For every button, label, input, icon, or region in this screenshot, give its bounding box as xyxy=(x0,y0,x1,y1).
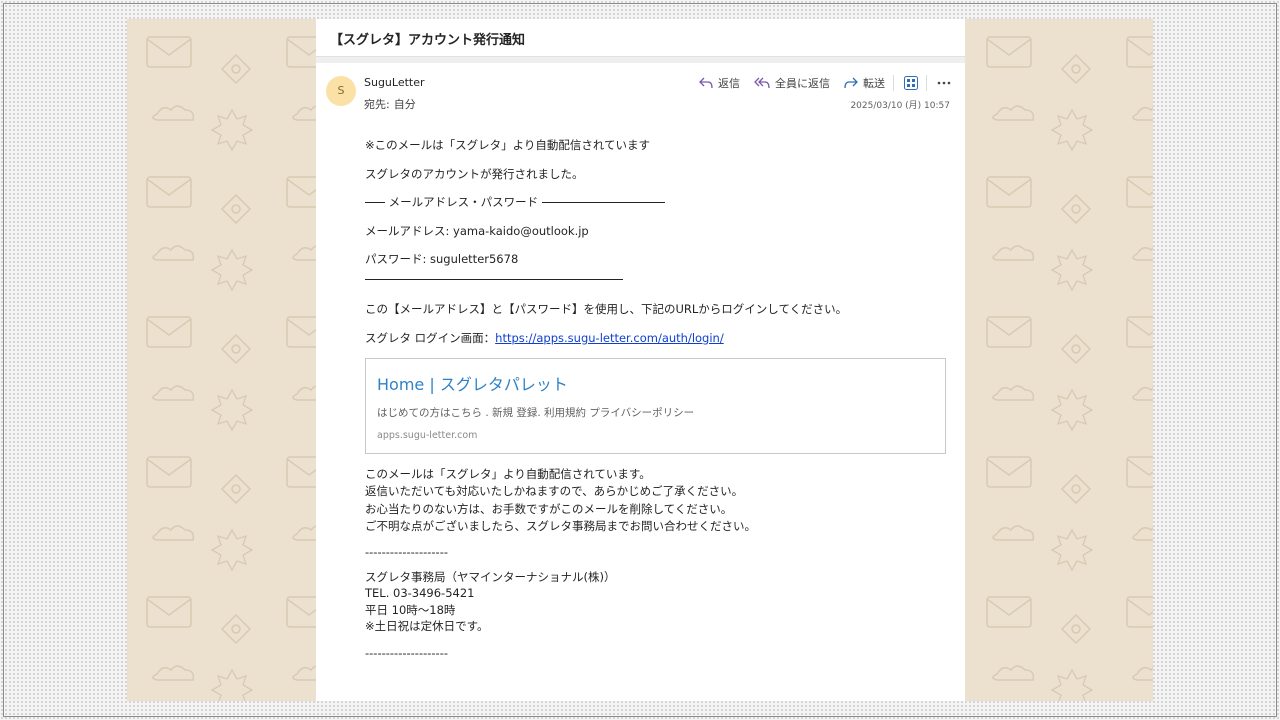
recipient-value[interactable]: 自分 xyxy=(394,98,416,111)
password-credential-label: パスワード: xyxy=(365,252,427,267)
sender-name[interactable]: SuguLetter xyxy=(364,76,425,89)
subject-separator xyxy=(316,57,965,63)
reply-label: 返信 xyxy=(718,77,740,90)
dash-separator-bottom: -------------------- xyxy=(365,646,448,661)
credentials-heading: メールアドレス・パスワード xyxy=(365,194,945,223)
email-credential: メールアドレス: yama-kaido@outlook.jp xyxy=(365,223,945,252)
reply-button[interactable]: 返信 xyxy=(699,75,740,91)
login-url-line: スグレタ ログイン画面：https://apps.sugu-letter.com… xyxy=(365,330,945,352)
login-url-label: スグレタ ログイン画面： xyxy=(365,330,496,345)
link-preview-domain: apps.sugu-letter.com xyxy=(377,429,478,441)
link-preview-description: はじめての方はこちら . 新規 登録. 利用規約 プライバシーポリシー xyxy=(377,406,695,419)
reply-all-label: 全員に返信 xyxy=(775,77,830,90)
forward-label: 転送 xyxy=(863,77,885,90)
notice-line: ご不明な点がございましたら、スグレタ事務局までお問い合わせください。 xyxy=(365,518,756,533)
notice-block: このメールは「スグレタ」より自動配信されています。 返信いただいても対応いたしか… xyxy=(365,466,945,535)
password-credential: パスワード: suguletter5678 xyxy=(365,251,945,273)
more-actions-button[interactable] xyxy=(937,81,951,85)
signature-block: スグレタ事務局（ヤマインターナショナル(株)） TEL. 03-3496-542… xyxy=(365,569,945,634)
received-date: 2025/03/10 (月) 10:57 xyxy=(850,101,950,111)
actions-divider-2 xyxy=(926,75,927,91)
signature-line: ※土日祝は定休日です。 xyxy=(365,619,489,634)
dash-separator-top: -------------------- xyxy=(365,545,448,560)
more-icon xyxy=(937,81,951,85)
signature-line: スグレタ事務局（ヤマインターナショナル(株)） xyxy=(365,570,616,585)
link-preview-card[interactable]: Home | スグレタパレット はじめての方はこちら . 新規 登録. 利用規約… xyxy=(365,357,946,454)
notice-line: このメールは「スグレタ」より自動配信されています。 xyxy=(365,466,651,481)
heading-line-right xyxy=(541,202,665,204)
message-actions: 返信 全員に返信 転送 xyxy=(685,75,951,91)
login-instruction: この【メールアドレス】と【パスワード】を使用し、下記のURLからログインしてくだ… xyxy=(365,302,848,317)
reply-icon xyxy=(699,77,713,89)
credentials-rule xyxy=(365,279,623,281)
login-url-link[interactable]: https://apps.sugu-letter.com/auth/login/ xyxy=(495,331,724,345)
signature-line: TEL. 03-3496-5421 xyxy=(365,586,475,601)
email-credential-label: メールアドレス: xyxy=(365,223,450,238)
reply-all-icon xyxy=(754,77,770,89)
email-credential-value: yama-kaido@outlook.jp xyxy=(453,223,589,238)
email-subject: 【スグレタ】アカウント発行通知 xyxy=(316,19,965,57)
reply-all-button[interactable]: 全員に返信 xyxy=(754,75,830,91)
apps-grid-icon xyxy=(904,76,918,90)
email-reading-pane: 【スグレタ】アカウント発行通知 S SuguLetter 宛先: 自分 返信 全員… xyxy=(316,19,965,701)
recipient-line: 宛先: 自分 xyxy=(364,96,416,112)
credentials-heading-text: メールアドレス・パスワード xyxy=(388,195,539,210)
password-credential-value: suguletter5678 xyxy=(430,252,519,267)
forward-icon xyxy=(844,77,858,89)
link-preview-title[interactable]: Home | スグレタパレット xyxy=(377,371,934,395)
account-issued-line: スグレタのアカウントが発行されました。 xyxy=(365,166,584,181)
forward-button[interactable]: 転送 xyxy=(844,75,885,91)
notice-line: 返信いただいても対応いたしかねますので、あらかじめご了承ください。 xyxy=(365,484,744,499)
apps-button[interactable] xyxy=(904,76,918,90)
heading-line-left xyxy=(365,202,385,204)
actions-divider xyxy=(893,75,894,91)
notice-line: お心当たりのない方は、お手数ですがこのメールを削除してください。 xyxy=(365,501,733,516)
signature-line: 平日 10時〜18時 xyxy=(365,602,456,617)
auto-notice-line: ※このメールは「スグレタ」より自動配信されています xyxy=(365,138,651,152)
sender-avatar[interactable]: S xyxy=(326,76,356,106)
email-body: ※このメールは「スグレタ」より自動配信されています スグレタのアカウントが発行さ… xyxy=(365,137,946,661)
recipient-label: 宛先: xyxy=(364,98,390,111)
